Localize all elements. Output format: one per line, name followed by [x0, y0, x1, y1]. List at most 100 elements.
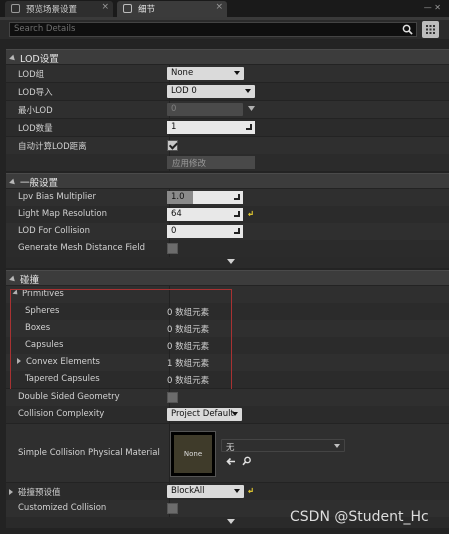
reset-to-default-icon[interactable]: [247, 210, 254, 217]
lod-count-input[interactable]: 1: [167, 121, 255, 134]
chevron-down-icon: [227, 259, 235, 264]
row-label: Simple Collision Physical Material: [18, 448, 160, 458]
tab-bar: 预览场景设置 × 细节 × — ✕: [0, 0, 449, 17]
lpv-bias-slider[interactable]: 1.0: [167, 191, 243, 204]
row-collision-complexity: Collision Complexity Project Default: [6, 406, 449, 423]
row-label: LOD数量: [18, 124, 53, 134]
row-label: Customized Collision: [18, 503, 107, 513]
row-label: Light Map Resolution: [18, 209, 107, 219]
details-icon: [123, 4, 132, 13]
dropdown-value: 无: [226, 443, 235, 453]
view-options-button[interactable]: [422, 21, 439, 38]
row-min-lod: 最小LOD 0: [6, 101, 449, 118]
thumbnail-label: None: [183, 450, 203, 458]
tab-details[interactable]: 细节 ×: [117, 1, 227, 17]
window-controls[interactable]: — ✕: [424, 3, 441, 12]
section-header-general[interactable]: 一般设置: [6, 173, 449, 189]
row-lpv-bias: Lpv Bias Multiplier 1.0: [6, 189, 449, 206]
dropdown-value: None: [171, 68, 194, 78]
customized-collision-checkbox[interactable]: [167, 503, 178, 514]
row-label: LOD导入: [18, 88, 53, 98]
close-icon[interactable]: ×: [101, 2, 109, 12]
lod-for-collision-input[interactable]: 0: [167, 225, 243, 238]
collapse-arrow-icon: [9, 54, 17, 63]
search-icon[interactable]: [402, 24, 413, 35]
row-label: 自动计算LOD距离: [18, 142, 87, 152]
row-label: Double Sided Geometry: [18, 392, 120, 402]
row-lod-for-collision: LOD For Collision 0: [6, 223, 449, 240]
field-value: 0: [171, 104, 177, 114]
chevron-down-icon: [234, 71, 240, 75]
row-label: LOD组: [18, 70, 45, 80]
tab-label: 预览场景设置: [26, 5, 78, 15]
collision-complexity-dropdown[interactable]: Project Default: [167, 408, 242, 421]
collision-preset-dropdown[interactable]: BlockAll: [167, 485, 244, 498]
apply-changes-button[interactable]: 应用修改: [167, 156, 255, 169]
row-physical-material: Simple Collision Physical Material 无: [6, 424, 449, 482]
chevron-down-icon: [234, 489, 240, 493]
search-input[interactable]: Search Details: [9, 22, 417, 37]
grid-icon: [426, 25, 435, 34]
material-thumbnail[interactable]: None: [170, 431, 216, 477]
chevron-down-icon[interactable]: [247, 105, 256, 113]
double-sided-checkbox[interactable]: [167, 392, 178, 403]
section-title: LOD设置: [20, 54, 59, 65]
section-header-lod[interactable]: LOD设置: [6, 49, 449, 65]
expand-advanced-general[interactable]: [6, 257, 449, 268]
row-collision-preset[interactable]: 碰撞预设值 BlockAll: [6, 483, 449, 500]
row-double-sided: Double Sided Geometry: [6, 389, 449, 406]
thumbnail-placeholder: None: [174, 435, 212, 473]
row-lod-import: LOD导入 LOD 0: [6, 83, 449, 100]
section-title: 碰撞: [20, 275, 40, 286]
spin-handle-icon: [234, 228, 240, 234]
settings-icon: [11, 4, 20, 13]
search-placeholder: Search Details: [14, 24, 76, 34]
use-selected-arrow-icon[interactable]: [226, 457, 236, 466]
lod-group-dropdown[interactable]: None: [167, 67, 244, 80]
chevron-down-icon: [334, 444, 340, 448]
highlight-box: [10, 289, 232, 391]
chevron-down-icon: [232, 412, 238, 416]
spin-handle-icon: [234, 211, 240, 217]
chevron-down-icon: [245, 89, 251, 93]
row-label: 最小LOD: [18, 106, 53, 116]
row-label: LOD For Collision: [18, 226, 90, 236]
tab-preview-scene-settings[interactable]: 预览场景设置 ×: [5, 1, 113, 17]
row-lod-group: LOD组 None: [6, 65, 449, 82]
dropdown-value: LOD 0: [171, 86, 197, 96]
spin-handle-icon: [246, 124, 252, 130]
physical-material-dropdown[interactable]: 无: [221, 439, 345, 453]
row-label: Lpv Bias Multiplier: [18, 192, 97, 202]
chevron-down-icon: [227, 519, 235, 524]
spin-handle-icon: [234, 194, 240, 200]
dropdown-value: BlockAll: [171, 486, 205, 496]
expand-arrow-icon: [9, 489, 13, 495]
tab-label: 细节: [138, 5, 156, 15]
collapse-arrow-icon: [9, 275, 17, 284]
dropdown-value: Project Default: [171, 409, 234, 419]
mesh-distance-field-checkbox[interactable]: [167, 243, 178, 254]
row-label: 碰撞预设值: [18, 488, 61, 498]
field-value: 0: [171, 226, 177, 236]
field-value: 1.0: [171, 192, 185, 202]
collision-preset-label: 碰撞预设值: [9, 486, 61, 498]
row-apply: 应用修改: [6, 154, 449, 171]
search-row: Search Details: [0, 20, 449, 39]
lightmap-resolution-input[interactable]: 64: [167, 208, 243, 221]
row-lightmap-resolution: Light Map Resolution 64: [6, 206, 449, 223]
collapse-arrow-icon: [9, 178, 17, 187]
close-icon[interactable]: ×: [215, 2, 223, 12]
section-title: 一般设置: [20, 178, 59, 189]
lod-import-dropdown[interactable]: LOD 0: [167, 85, 255, 98]
auto-compute-lod-checkbox[interactable]: [167, 140, 178, 151]
section-header-collision[interactable]: 碰撞: [6, 270, 449, 286]
reset-to-default-icon[interactable]: [247, 487, 254, 494]
row-auto-compute-lod: 自动计算LOD距离: [6, 137, 449, 154]
browse-search-icon[interactable]: [242, 456, 252, 466]
row-label: Collision Complexity: [18, 409, 105, 419]
field-value: 64: [171, 209, 182, 219]
watermark: CSDN @Student_Hc: [290, 509, 429, 525]
button-label: 应用修改: [172, 159, 207, 169]
row-label: Generate Mesh Distance Field: [18, 243, 145, 253]
min-lod-field: 0: [167, 103, 243, 116]
